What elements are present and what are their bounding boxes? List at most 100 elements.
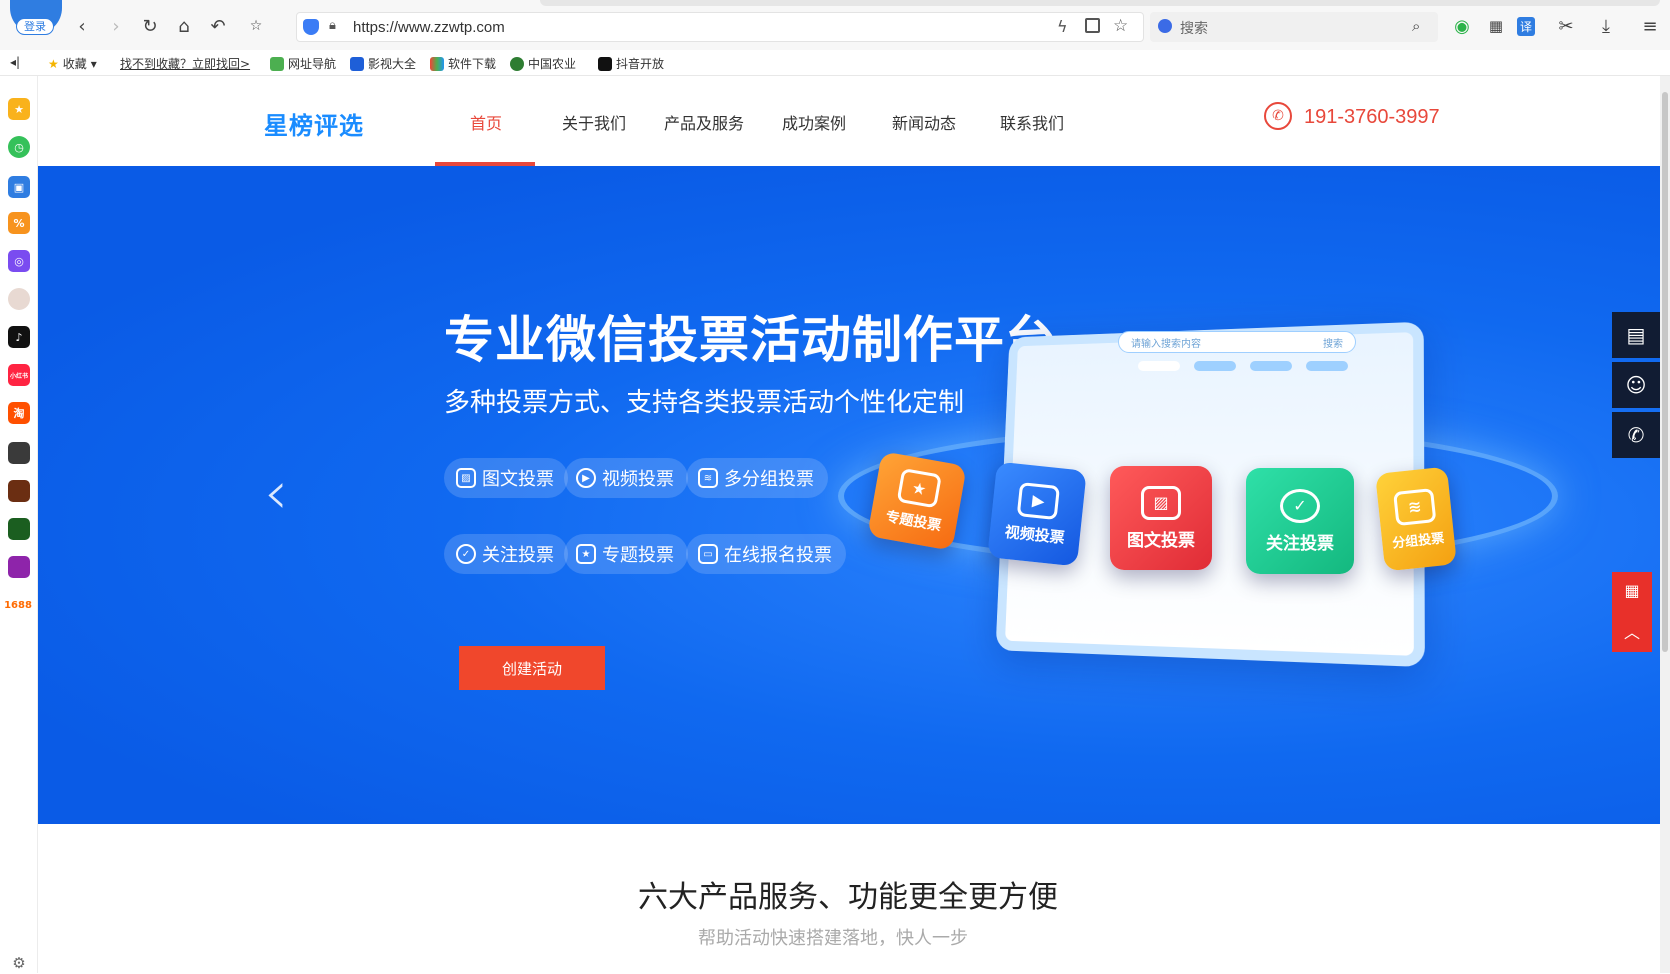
clock-icon[interactable]: ◷ <box>8 136 30 158</box>
home-icon[interactable]: ⌂ <box>172 14 196 38</box>
scrollbar-thumb[interactable] <box>1662 92 1668 652</box>
screenshot-icon[interactable] <box>1085 18 1100 33</box>
create-activity-button[interactable]: 创建活动 <box>459 646 605 690</box>
game-d-icon[interactable] <box>8 556 30 578</box>
card-label: 关注投票 <box>1266 533 1334 554</box>
photo-icon: ▨ <box>1141 485 1181 520</box>
tag-video-vote[interactable]: ▶ 视频投票 <box>564 458 688 498</box>
site-logo[interactable]: 星榜评选 <box>264 106 364 141</box>
toolbox-icon[interactable]: ▣ <box>8 176 30 198</box>
xiaohongshu-icon[interactable]: 小红书 <box>8 364 30 386</box>
forward-icon[interactable]: › <box>104 14 128 38</box>
bookmark-item[interactable]: 影视大全 <box>350 55 416 72</box>
illustration-search-button: 搜索 <box>1323 339 1343 350</box>
game-icon[interactable]: ◎ <box>8 250 30 272</box>
download-icon[interactable]: ⤓ <box>1594 14 1618 38</box>
favorites-menu[interactable]: ★ 收藏 ▾ <box>48 55 97 72</box>
bookmark-item[interactable]: 中国农业 <box>510 55 576 72</box>
nav-about[interactable]: 关于我们 <box>562 110 626 134</box>
ali1688-icon[interactable]: 1688 <box>4 594 32 616</box>
bookmark-label: 网址导航 <box>288 57 337 71</box>
nav-contact[interactable]: 联系我们 <box>1000 110 1064 134</box>
tag-topic-vote[interactable]: ★ 专题投票 <box>564 534 688 574</box>
bookmark-star-icon[interactable]: ☆ <box>1113 16 1128 36</box>
bookmark-label: 软件下载 <box>448 57 497 71</box>
bookmark-item[interactable]: 软件下载 <box>430 55 496 72</box>
tag-signup-vote[interactable]: ▭ 在线报名投票 <box>686 534 846 574</box>
nav-products[interactable]: 产品及服务 <box>664 110 744 134</box>
taobao-icon[interactable]: 淘 <box>8 402 30 424</box>
search-box[interactable]: 搜索 ⌕ <box>1150 12 1438 42</box>
qrcode-icon[interactable]: ▦ <box>1624 581 1639 600</box>
douyin-site-icon <box>598 56 612 71</box>
image-icon: ▨ <box>456 468 476 488</box>
phone-float-icon[interactable]: ✆ <box>1612 412 1660 458</box>
ribbon-star-icon: ★ <box>896 467 942 509</box>
star-bookmark-icon: ★ <box>576 544 596 564</box>
bookmark-label: 影视大全 <box>368 57 417 71</box>
section-title: 六大产品服务、功能更全更方便 <box>638 880 1058 915</box>
card-video-vote: ▶ 视频投票 <box>987 461 1087 567</box>
illustration-pill <box>1250 361 1292 371</box>
sidebar-toggle-icon[interactable]: ◂| <box>10 55 20 69</box>
bookmark-item[interactable]: 网址导航 <box>270 55 336 72</box>
nav-news[interactable]: 新闻动态 <box>892 110 956 134</box>
tag-label: 在线报名投票 <box>724 545 832 566</box>
nav-cases[interactable]: 成功案例 <box>782 110 846 134</box>
url-text[interactable]: https://www.zzwtp.com <box>353 19 505 36</box>
apps-grid-icon[interactable]: ▦ <box>1484 14 1508 38</box>
address-bar[interactable]: 🔒︎ https://www.zzwtp.com ϟ ☆ <box>296 12 1144 42</box>
nav-site-icon <box>270 56 284 71</box>
game-c-icon[interactable] <box>8 518 30 540</box>
settings-gear-icon[interactable]: ⚙ <box>8 952 30 974</box>
play-icon: ▶ <box>576 468 596 488</box>
card-topic-vote: ★ 专题投票 <box>867 451 967 551</box>
nav-home[interactable]: 首页 <box>470 110 502 134</box>
game-b-icon[interactable] <box>8 480 30 502</box>
login-badge[interactable]: 登录 <box>16 18 54 35</box>
star-icon[interactable]: ★ <box>8 98 30 120</box>
translate-label: 译 <box>1516 16 1535 36</box>
recover-favorites-link[interactable]: 找不到收藏？立即找回> <box>120 55 250 72</box>
favorites-manage-icon[interactable]: ☆ <box>244 14 268 38</box>
tag-image-text-vote[interactable]: ▨ 图文投票 <box>444 458 568 498</box>
favorites-star-icon: ★ <box>48 56 59 71</box>
card-label: 专题投票 <box>884 508 943 535</box>
illustration-search-placeholder: 请输入搜索内容 <box>1131 339 1201 350</box>
illustration-pill <box>1138 361 1180 371</box>
monitor-icon: ▭ <box>698 544 718 564</box>
search-input[interactable]: 搜索 <box>1180 18 1208 38</box>
translate-icon[interactable]: 译 <box>1514 14 1538 38</box>
back-to-top-icon[interactable]: ︿ <box>1624 619 1640 643</box>
tag-label: 多分组投票 <box>724 469 814 490</box>
coupon-icon[interactable]: % <box>8 212 30 234</box>
qq-icon[interactable]: ☺ <box>1612 362 1660 408</box>
reload-icon[interactable]: ↻ <box>138 14 162 38</box>
flash-icon[interactable]: ϟ <box>1057 17 1068 36</box>
avatar-icon[interactable] <box>8 288 30 310</box>
chat-icon[interactable]: ▤ <box>1612 312 1660 358</box>
scissors-icon[interactable]: ✂ <box>1554 14 1578 38</box>
stack-icon: ≋ <box>1393 487 1437 526</box>
game-a-icon[interactable] <box>8 442 30 464</box>
carousel-prev-icon[interactable]: ‹ <box>264 458 288 528</box>
favorites-label: 收藏 <box>62 57 87 71</box>
video-icon: ▶ <box>1016 481 1061 520</box>
banner-subtitle: 多种投票方式、支持各类投票活动个性化定制 <box>444 388 965 418</box>
back-icon[interactable]: ‹ <box>70 14 94 38</box>
tag-follow-vote[interactable]: ✓ 关注投票 <box>444 534 568 574</box>
menu-icon[interactable]: ≡ <box>1638 14 1662 38</box>
phone-number[interactable]: 191-3760-3997 <box>1304 106 1440 129</box>
search-icon[interactable]: ⌕ <box>1412 17 1420 35</box>
eye-care-icon[interactable]: ◉ <box>1450 14 1474 38</box>
section-subtitle: 帮助活动快速搭建落地，快人一步 <box>698 928 968 949</box>
tag-group-vote[interactable]: ≋ 多分组投票 <box>686 458 828 498</box>
card-label: 分组投票 <box>1391 530 1445 552</box>
douyin-icon[interactable]: ♪ <box>8 326 30 348</box>
bookmark-item[interactable]: 抖音开放 <box>598 55 664 72</box>
card-image-text-vote: ▨ 图文投票 <box>1110 466 1212 570</box>
shield-icon <box>303 19 319 35</box>
bookmark-label: 抖音开放 <box>616 57 665 71</box>
undo-close-icon[interactable]: ↶ <box>206 14 230 38</box>
badge-check-icon: ✓ <box>456 544 476 564</box>
